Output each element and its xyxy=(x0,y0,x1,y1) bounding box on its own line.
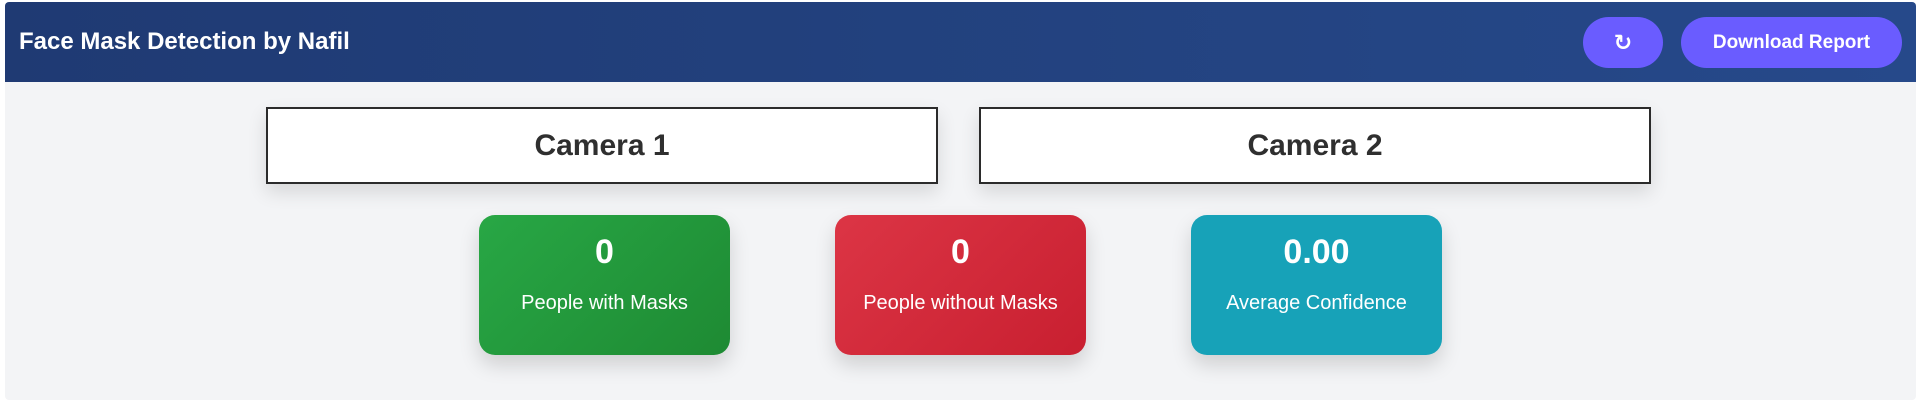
people-with-masks-value: 0 xyxy=(595,233,614,271)
people-with-masks-label: People with Masks xyxy=(521,292,688,314)
app-title: Face Mask Detection by Nafil xyxy=(19,28,350,55)
people-without-masks-card: 0 People without Masks xyxy=(835,215,1086,355)
average-confidence-label: Average Confidence xyxy=(1226,292,1407,314)
people-without-masks-label: People without Masks xyxy=(863,292,1058,314)
camera-1-title: Camera 1 xyxy=(534,128,670,162)
average-confidence-card: 0.00 Average Confidence xyxy=(1191,215,1442,355)
refresh-button[interactable]: ↻ xyxy=(1583,17,1663,68)
camera-1-panel: Camera 1 xyxy=(266,107,938,184)
camera-2-panel: Camera 2 xyxy=(979,107,1651,184)
app-header: Face Mask Detection by Nafil ↻ Download … xyxy=(5,2,1916,82)
people-without-masks-value: 0 xyxy=(951,233,970,271)
download-report-button[interactable]: Download Report xyxy=(1681,17,1902,68)
app-window: Face Mask Detection by Nafil ↻ Download … xyxy=(5,2,1916,400)
camera-2-title: Camera 2 xyxy=(1247,128,1383,162)
refresh-icon: ↻ xyxy=(1613,30,1633,55)
average-confidence-value: 0.00 xyxy=(1283,233,1350,271)
people-with-masks-card: 0 People with Masks xyxy=(479,215,730,355)
